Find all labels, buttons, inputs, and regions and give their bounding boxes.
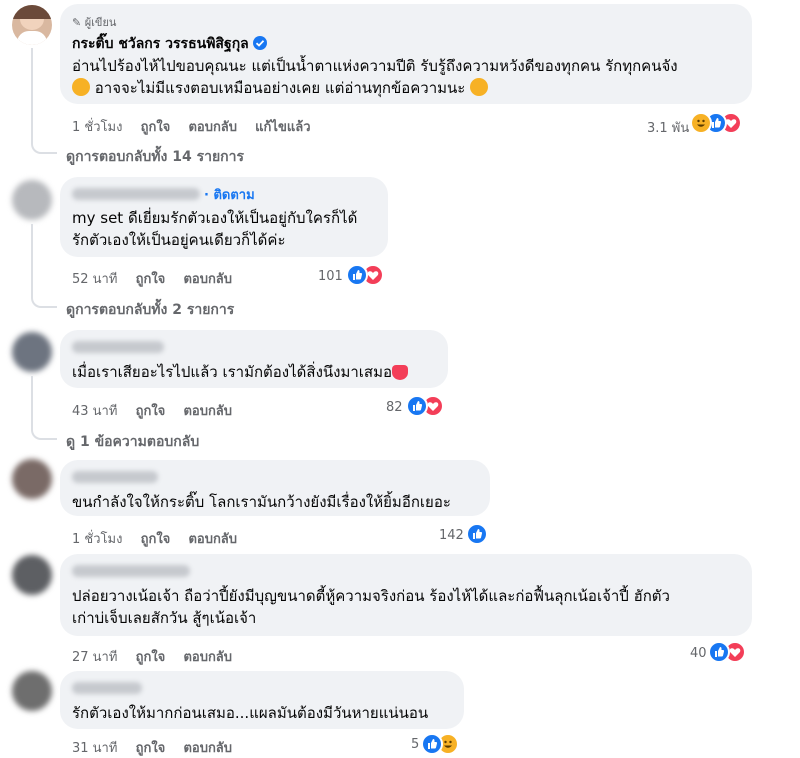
reply-button[interactable]: ตอบกลับ bbox=[183, 404, 232, 419]
comment-meta: 52 นาที ถูกใจ ตอบกลับ bbox=[72, 268, 246, 289]
comment-meta: 43 นาที ถูกใจ ตอบกลับ bbox=[72, 400, 246, 421]
like-reaction-icon[interactable] bbox=[466, 523, 488, 545]
comment-text: เมื่อเราเสียอะไรไปแล้ว เรามักต้องได้สิ่ง… bbox=[72, 361, 408, 383]
reaction-count[interactable]: 82 bbox=[386, 400, 403, 415]
view-replies-link[interactable]: ดูการตอบกลับทั้ง 14 รายการ bbox=[66, 146, 244, 168]
avatar[interactable] bbox=[12, 555, 52, 595]
reply-button[interactable]: ตอบกลับ bbox=[183, 650, 232, 665]
comment-author[interactable]: กระติ๊บ ชวัลกร วรรธนพิสิฐกุล bbox=[72, 33, 267, 55]
author-badge: ✎ ผู้เขียน bbox=[72, 16, 117, 29]
comment-timestamp[interactable]: 1 ชั่วโมง bbox=[72, 120, 122, 135]
like-reaction-icon[interactable] bbox=[421, 733, 443, 755]
care-reaction-icon[interactable] bbox=[690, 112, 712, 134]
comment-text: my set ดีเยี่ยมรักตัวเองให้เป็นอยู่กับใค… bbox=[72, 209, 358, 249]
like-reaction-icon[interactable] bbox=[406, 395, 428, 417]
reply-button[interactable]: ตอบกลับ bbox=[188, 120, 237, 135]
reaction-count[interactable]: 3.1 พัน bbox=[647, 117, 689, 138]
like-button[interactable]: ถูกใจ bbox=[141, 120, 171, 135]
comment-meta: 1 ชั่วโมง ถูกใจ ตอบกลับ bbox=[72, 528, 251, 549]
comment-author-redacted[interactable] bbox=[72, 188, 200, 200]
like-button[interactable]: ถูกใจ bbox=[141, 532, 171, 547]
view-replies-link[interactable]: ดู 1 ข้อความตอบกลับ bbox=[66, 431, 199, 453]
avatar[interactable] bbox=[12, 332, 52, 372]
comment-author-redacted[interactable] bbox=[72, 565, 190, 577]
thread-line bbox=[31, 376, 57, 440]
like-button[interactable]: ถูกใจ bbox=[136, 272, 166, 287]
follow-button[interactable]: · ติดตาม bbox=[204, 184, 255, 205]
avatar[interactable] bbox=[12, 180, 52, 220]
comment-meta: 1 ชั่วโมง ถูกใจ ตอบกลับ แก้ไขแล้ว bbox=[72, 116, 325, 137]
thread-line bbox=[31, 48, 57, 154]
heart-emoji-icon bbox=[391, 365, 408, 380]
comment-author-redacted[interactable] bbox=[72, 341, 164, 353]
comment-author-redacted[interactable] bbox=[72, 682, 142, 694]
reply-button[interactable]: ตอบกลับ bbox=[183, 741, 232, 756]
like-button[interactable]: ถูกใจ bbox=[136, 650, 166, 665]
view-replies-link[interactable]: ดูการตอบกลับทั้ง 2 รายการ bbox=[66, 299, 234, 321]
comment-text: ขนกำลังใจให้กระติ๊บ โลกเรามันกว้างยังมีเ… bbox=[72, 493, 451, 511]
reaction-count[interactable]: 101 bbox=[318, 269, 343, 284]
reply-button[interactable]: ตอบกลับ bbox=[188, 532, 237, 547]
pencil-icon: ✎ bbox=[72, 16, 82, 29]
comment-timestamp[interactable]: 43 นาที bbox=[72, 404, 117, 419]
comment-text: ปล่อยวางเน้อเจ้า ถือว่าปี้ยังมีบุญขนาดตี… bbox=[72, 587, 670, 627]
comment-timestamp[interactable]: 1 ชั่วโมง bbox=[72, 532, 122, 547]
edited-label[interactable]: แก้ไขแล้ว bbox=[255, 120, 310, 135]
verified-badge-icon bbox=[252, 36, 267, 50]
reaction-count[interactable]: 5 bbox=[411, 737, 419, 752]
reaction-count[interactable]: 142 bbox=[439, 528, 464, 543]
like-reaction-icon[interactable] bbox=[708, 641, 730, 663]
thread-line bbox=[31, 224, 57, 308]
avatar[interactable] bbox=[12, 671, 52, 711]
avatar[interactable] bbox=[12, 5, 52, 45]
like-reaction-icon[interactable] bbox=[346, 264, 368, 286]
reply-button[interactable]: ตอบกลับ bbox=[183, 272, 232, 287]
like-button[interactable]: ถูกใจ bbox=[136, 404, 166, 419]
smiling-hearts-emoji-icon bbox=[72, 78, 90, 96]
comment-timestamp[interactable]: 52 นาที bbox=[72, 272, 117, 287]
comment-meta: 27 นาที ถูกใจ ตอบกลับ bbox=[72, 646, 246, 667]
comment-text: รักตัวเองให้มากก่อนเสมอ...แผลมันต้องมีวั… bbox=[72, 704, 429, 722]
like-button[interactable]: ถูกใจ bbox=[136, 741, 166, 756]
comment-author-redacted[interactable] bbox=[72, 471, 158, 483]
reaction-count[interactable]: 40 bbox=[690, 646, 707, 661]
comment-meta: 31 นาที ถูกใจ ตอบกลับ bbox=[72, 737, 246, 758]
comment-text: อ่านไปร้องไห้ไปขอบคุณนะ แต่เป็นน้ำตาแห่ง… bbox=[72, 57, 678, 97]
blowing-kiss-emoji-icon bbox=[470, 78, 489, 96]
comment-timestamp[interactable]: 27 นาที bbox=[72, 650, 117, 665]
avatar[interactable] bbox=[12, 459, 52, 499]
comment-timestamp[interactable]: 31 นาที bbox=[72, 741, 117, 756]
